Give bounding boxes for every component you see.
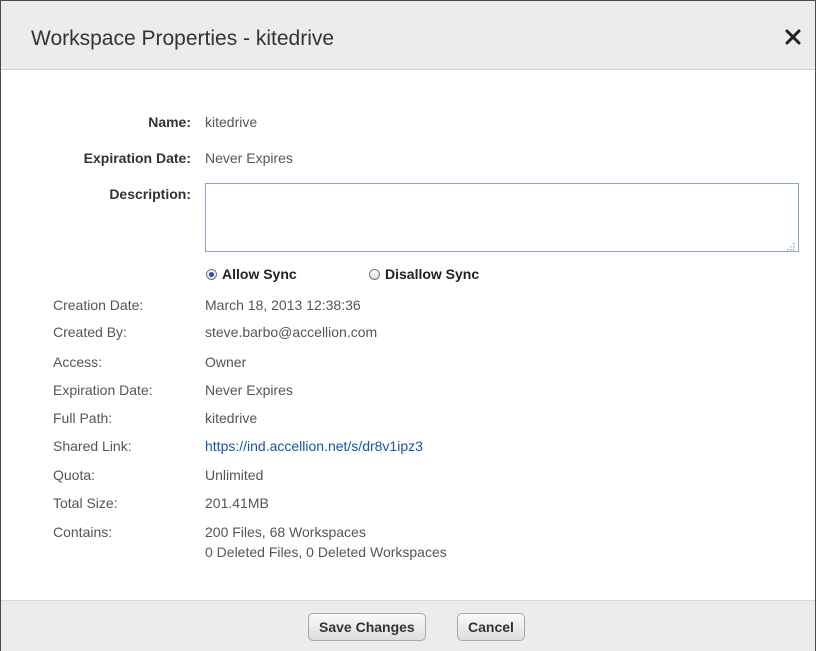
contains-line-2: 0 Deleted Files, 0 Deleted Workspaces bbox=[205, 544, 447, 560]
expiration-date-value: Never Expires bbox=[205, 150, 293, 166]
cancel-button[interactable]: Cancel bbox=[457, 613, 525, 641]
workspace-properties-dialog: Workspace Properties - kitedrive Name: k… bbox=[0, 0, 816, 651]
allow-sync-option[interactable]: Allow Sync bbox=[206, 266, 297, 282]
description-label: Description: bbox=[109, 186, 191, 202]
details-expiration-date-label: Expiration Date: bbox=[53, 382, 153, 398]
expiration-date-label: Expiration Date: bbox=[83, 150, 191, 166]
creation-date-label: Creation Date: bbox=[53, 297, 144, 313]
allow-sync-label: Allow Sync bbox=[222, 266, 297, 282]
name-label: Name: bbox=[148, 114, 191, 130]
contains-line-1: 200 Files, 68 Workspaces bbox=[205, 524, 366, 540]
disallow-sync-option[interactable]: Disallow Sync bbox=[369, 266, 479, 282]
contains-label: Contains: bbox=[53, 524, 113, 540]
quota-value: Unlimited bbox=[205, 467, 264, 483]
name-value: kitedrive bbox=[205, 114, 258, 130]
allow-sync-radio[interactable] bbox=[206, 268, 217, 280]
quota-label: Quota: bbox=[53, 467, 96, 483]
dialog-footer: Save Changes Cancel bbox=[1, 600, 815, 651]
created-by-value: steve.barbo@accellion.com bbox=[205, 324, 378, 340]
dialog-title: Workspace Properties - kitedrive bbox=[31, 27, 335, 50]
disallow-sync-radio[interactable] bbox=[369, 268, 380, 280]
access-value: Owner bbox=[205, 354, 247, 370]
details-expiration-date-value: Never Expires bbox=[205, 382, 293, 398]
shared-link[interactable]: https://ind.accellion.net/s/dr8v1ipz3 bbox=[205, 438, 423, 454]
shared-link-label: Shared Link: bbox=[53, 438, 132, 454]
disallow-sync-label: Disallow Sync bbox=[385, 266, 480, 282]
full-path-value: kitedrive bbox=[205, 410, 258, 426]
save-changes-button[interactable]: Save Changes bbox=[308, 613, 426, 641]
creation-date-value: March 18, 2013 12:38:36 bbox=[205, 297, 361, 313]
resize-grip-icon[interactable] bbox=[785, 238, 795, 251]
access-label: Access: bbox=[53, 354, 103, 370]
total-size-label: Total Size: bbox=[53, 495, 118, 511]
total-size-value: 201.41MB bbox=[205, 495, 269, 511]
description-textarea[interactable] bbox=[205, 183, 799, 252]
close-icon[interactable] bbox=[783, 27, 803, 47]
dialog-titlebar: Workspace Properties - kitedrive bbox=[1, 1, 815, 70]
created-by-label: Created By: bbox=[53, 324, 127, 340]
full-path-label: Full Path: bbox=[53, 410, 113, 426]
